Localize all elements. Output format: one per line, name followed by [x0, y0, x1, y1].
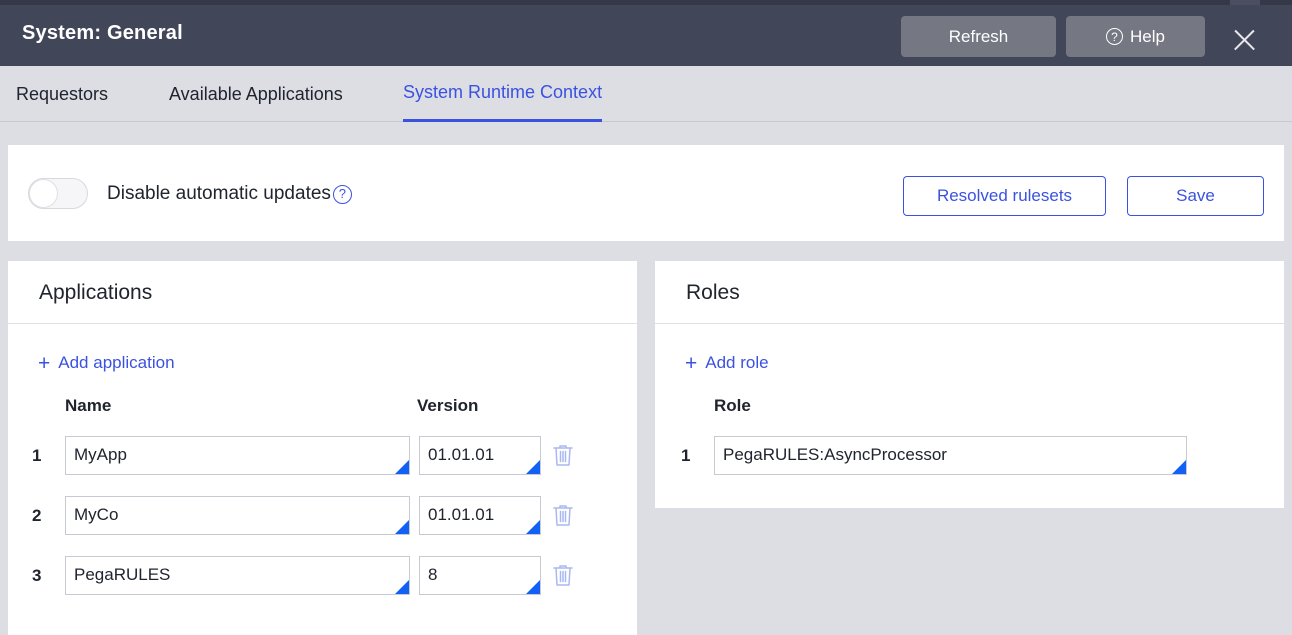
- row-number: 1: [681, 446, 691, 465]
- smart-prompt-corner-icon[interactable]: [526, 580, 540, 594]
- roles-panel-divider: [655, 323, 1284, 324]
- application-name-input[interactable]: MyApp: [65, 436, 410, 475]
- disable-automatic-updates-row: Disable automatic updates?: [28, 178, 352, 209]
- role-input[interactable]: PegaRULES:AsyncProcessor: [714, 436, 1187, 475]
- application-version-value: 01.01.01: [428, 445, 495, 464]
- row-number: 1: [32, 446, 42, 465]
- save-button-label: Save: [1176, 186, 1215, 205]
- smart-prompt-corner-icon[interactable]: [395, 520, 409, 534]
- applications-panel: Applications + Add application Name Vers…: [8, 261, 637, 635]
- question-circle-icon: ?: [1106, 28, 1124, 45]
- column-header-role: Role: [714, 396, 751, 415]
- close-icon[interactable]: [1228, 24, 1261, 57]
- column-header-name: Name: [65, 396, 112, 415]
- applications-panel-divider: [8, 323, 637, 324]
- window-titlebar: System: General Refresh ? Help: [0, 5, 1292, 66]
- application-name-value: MyApp: [74, 445, 127, 464]
- roles-panel: Roles + Add role Role 1 PegaRULES:AsyncP…: [655, 261, 1284, 508]
- application-name-value: MyCo: [74, 505, 119, 524]
- smart-prompt-corner-icon[interactable]: [526, 520, 540, 534]
- roles-panel-title: Roles: [686, 281, 740, 304]
- tab-system-runtime-context-label: System Runtime Context: [403, 82, 603, 102]
- role-value: PegaRULES:AsyncProcessor: [723, 445, 947, 464]
- add-application-link[interactable]: + Add application: [38, 351, 175, 375]
- applications-panel-title: Applications: [39, 281, 153, 304]
- refresh-button[interactable]: Refresh: [901, 16, 1056, 57]
- trash-icon[interactable]: [552, 503, 574, 527]
- tab-requestors-label: Requestors: [16, 83, 109, 104]
- application-version-value: 8: [428, 565, 438, 584]
- application-name-input[interactable]: PegaRULES: [65, 556, 410, 595]
- trash-icon[interactable]: [552, 563, 574, 587]
- application-version-input[interactable]: 8: [419, 556, 541, 595]
- plus-icon: +: [38, 351, 51, 375]
- tab-system-runtime-context[interactable]: System Runtime Context: [403, 66, 603, 122]
- resolved-rulesets-button[interactable]: Resolved rulesets: [903, 176, 1106, 216]
- disable-automatic-updates-text: Disable automatic updates: [107, 182, 331, 204]
- trash-icon[interactable]: [552, 443, 574, 467]
- settings-toolbar-card: Disable automatic updates? Resolved rule…: [8, 145, 1284, 241]
- application-name-input[interactable]: MyCo: [65, 496, 410, 535]
- tab-available-applications[interactable]: Available Applications: [169, 66, 343, 122]
- application-version-input[interactable]: 01.01.01: [419, 436, 541, 475]
- application-version-input[interactable]: 01.01.01: [419, 496, 541, 535]
- toggle-knob: [29, 179, 58, 208]
- help-button-label: Help: [1130, 26, 1165, 46]
- tab-available-applications-label: Available Applications: [169, 83, 343, 104]
- add-application-label: Add application: [58, 353, 175, 372]
- smart-prompt-corner-icon[interactable]: [1172, 460, 1186, 474]
- help-circle-icon[interactable]: ?: [332, 184, 352, 204]
- row-number: 3: [32, 566, 42, 585]
- smart-prompt-corner-icon[interactable]: [395, 460, 409, 474]
- row-number: 2: [32, 506, 42, 525]
- add-role-label: Add role: [705, 353, 769, 372]
- help-button[interactable]: ? Help: [1066, 16, 1205, 57]
- disable-automatic-updates-toggle[interactable]: [28, 178, 88, 209]
- disable-automatic-updates-label: Disable automatic updates?: [107, 183, 352, 205]
- tab-bar: Requestors Available Applications System…: [0, 66, 1292, 122]
- tab-requestors[interactable]: Requestors: [16, 66, 108, 122]
- window-title: System: General: [22, 22, 183, 44]
- plus-icon: +: [685, 351, 698, 375]
- save-button[interactable]: Save: [1127, 176, 1264, 216]
- refresh-button-label: Refresh: [948, 26, 1009, 46]
- smart-prompt-corner-icon[interactable]: [526, 460, 540, 474]
- application-name-value: PegaRULES: [74, 565, 171, 584]
- column-header-version: Version: [417, 396, 479, 415]
- resolved-rulesets-label: Resolved rulesets: [936, 186, 1073, 205]
- smart-prompt-corner-icon[interactable]: [395, 580, 409, 594]
- application-version-value: 01.01.01: [428, 505, 495, 524]
- add-role-link[interactable]: + Add role: [685, 351, 769, 375]
